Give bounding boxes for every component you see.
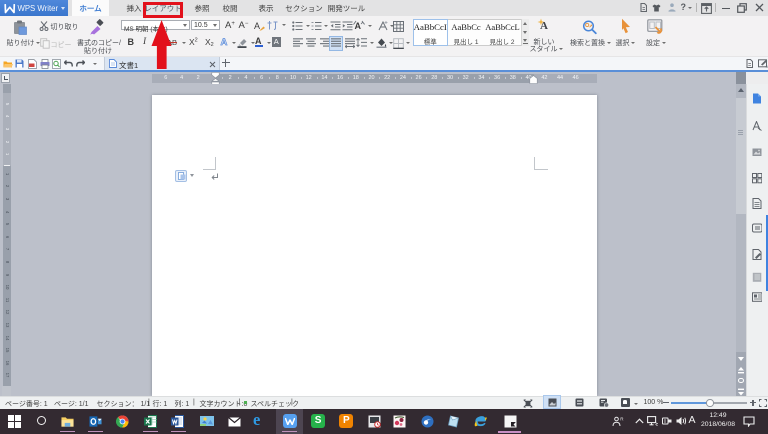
svg-text:R: R <box>620 416 624 421</box>
